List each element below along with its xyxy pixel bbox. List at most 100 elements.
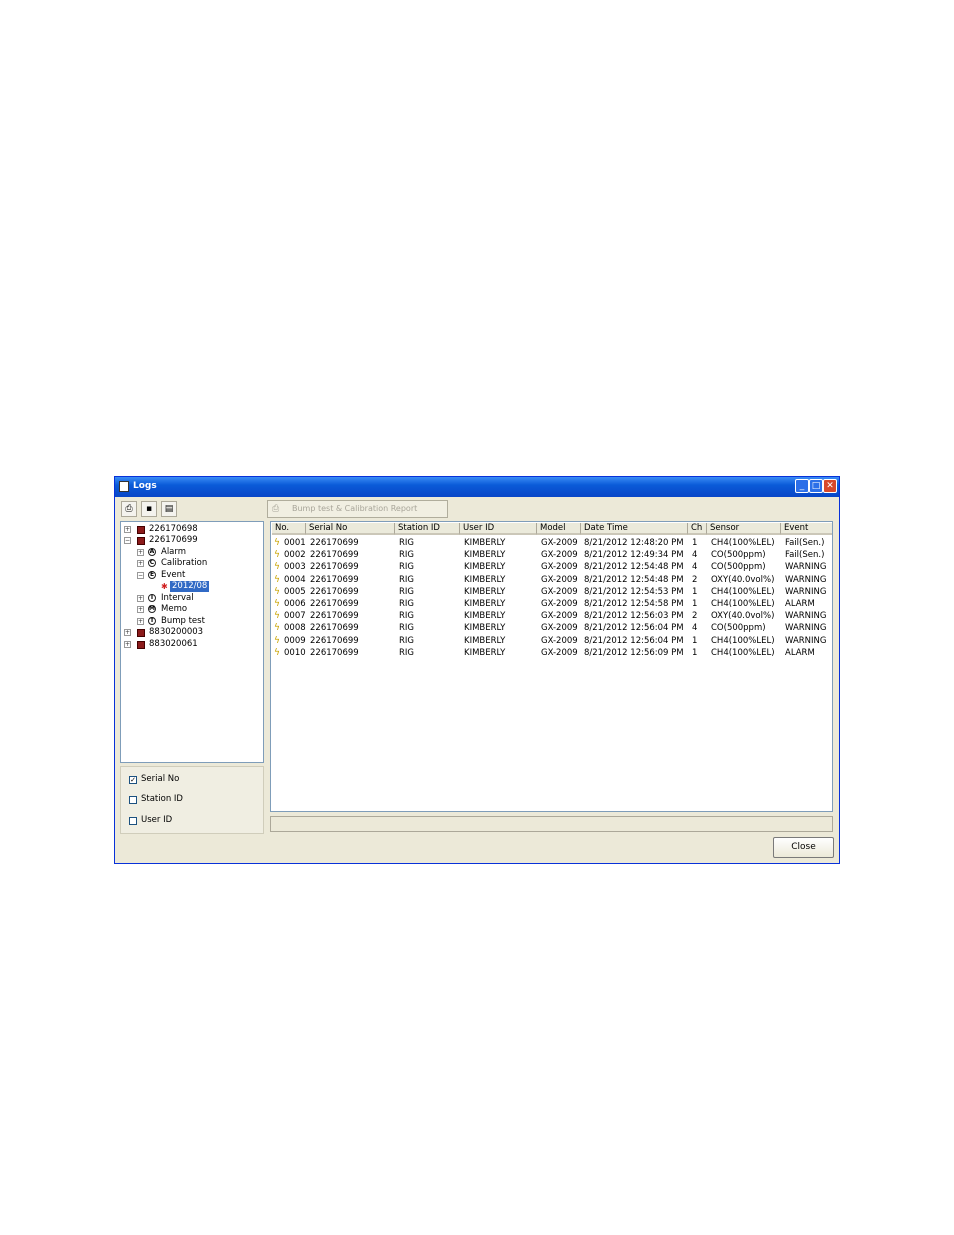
close-button[interactable]: Close [773,837,834,858]
table-cell: 8/21/2012 12:56:04 PM [584,623,684,634]
table-row[interactable]: ϟ 0003 226170699 RIG KIMBERLY GX-2009 8/21/201… [271,561,832,573]
title-bar[interactable]: Logs _ □ ✕ [115,477,839,497]
table-row[interactable]: ϟ 0010 226170699 RIG KIMBERLY GX-2009 8/21/201… [271,647,832,659]
table-row[interactable]: ϟ 0009 226170699 RIG KIMBERLY GX-2009 8/21/201… [271,635,832,647]
table-cell: OXY(40.0vol%) [711,574,775,585]
column-header[interactable]: Serial No [306,523,395,535]
table-cell: CO(500ppm) [711,562,766,573]
table-cell: Fail(Sen.) [785,538,825,548]
table-cell: 226170699 [310,623,359,634]
event-bolt-icon: ϟ [274,586,280,597]
minimize-button[interactable]: _ [795,479,809,493]
table-row[interactable]: ϟ 0006 226170699 RIG KIMBERLY GX-2009 8/21/201… [271,598,832,610]
table-cell: 1 [692,647,698,658]
expand-icon[interactable]: + [137,560,144,567]
table-cell: ALARM [785,647,815,658]
clipboard-icon[interactable]: ▤ [161,501,177,517]
table-cell: 8/21/2012 12:49:34 PM [584,550,684,561]
event-bolt-icon: ϟ [274,599,280,609]
save-icon[interactable]: ▪ [141,501,157,517]
table-cell: 0004 [284,574,306,585]
tree-node-label: Interval [161,593,194,603]
table-cell: KIMBERLY [464,647,506,658]
bump-test-icon: T [148,617,156,625]
expand-icon[interactable]: + [124,629,131,636]
table-cell: RIG [399,635,414,646]
table-cell: GX-2009 [541,647,578,658]
table-cell: GX-2009 [541,635,578,646]
table-cell: Fail(Sen.) [785,550,825,561]
table-cell: WARNING [785,562,827,573]
table-cell: 8/21/2012 12:54:58 PM [584,599,684,609]
serial-no-checkbox[interactable]: ✓ [129,776,137,784]
column-header[interactable]: Sensor [707,523,781,535]
table-cell: WARNING [785,611,827,622]
logs-window: Logs _ □ ✕ ⎙ ▪ ▤ ⎙ Bump test & Calibrati… [114,476,840,864]
table-cell: CH4(100%LEL) [711,635,775,646]
device-icon [137,526,145,534]
table-cell: KIMBERLY [464,538,506,548]
report-button-label: Bump test & Calibration Report [292,504,418,513]
table-cell: RIG [399,586,414,597]
print-icon[interactable]: ⎙ [121,501,137,517]
table-cell: KIMBERLY [464,599,506,609]
app-icon [119,481,129,492]
table-cell: 226170699 [310,550,359,561]
table-cell: WARNING [785,586,827,597]
table-cell: RIG [399,647,414,658]
table-cell: 226170699 [310,538,359,548]
column-header[interactable]: Ch [688,523,707,535]
table-cell: KIMBERLY [464,623,506,634]
table-cell: RIG [399,574,414,585]
table-cell: 226170699 [310,647,359,658]
table-row[interactable]: ϟ 0007 226170699 RIG KIMBERLY GX-2009 8/21/201… [271,610,832,622]
table-cell: 8/21/2012 12:54:48 PM [584,574,684,585]
collapse-icon[interactable]: − [137,572,144,579]
memo-icon: M [148,605,156,613]
column-header[interactable]: Station ID [395,523,460,535]
table-cell: GX-2009 [541,623,578,634]
table-cell: WARNING [785,623,827,634]
device-icon [137,629,145,637]
column-header[interactable]: Event [781,523,832,535]
table-cell: GX-2009 [541,550,578,561]
table-row[interactable]: ϟ 0002 226170699 RIG KIMBERLY GX-2009 8/21/201… [271,549,832,561]
tree-node-label: 883020061 [149,639,198,649]
column-header[interactable]: Model [537,523,581,535]
expand-icon[interactable]: + [137,595,144,602]
expand-icon[interactable]: + [124,526,131,533]
table-cell: 8/21/2012 12:56:09 PM [584,647,684,658]
table-row[interactable]: ϟ 0008 226170699 RIG KIMBERLY GX-2009 8/21/201… [271,622,832,634]
table-cell: 8/21/2012 12:56:03 PM [584,611,684,622]
bump-calibration-report-button[interactable]: ⎙ Bump test & Calibration Report [267,500,448,518]
table-cell: CO(500ppm) [711,623,766,634]
table-cell: 8/21/2012 12:56:04 PM [584,635,684,646]
user-id-checkbox[interactable] [129,817,137,825]
table-row[interactable]: ϟ 0005 226170699 RIG KIMBERLY GX-2009 8/21/201… [271,586,832,598]
table-cell: 226170699 [310,599,359,609]
expand-icon[interactable]: + [137,549,144,556]
close-window-button[interactable]: ✕ [823,479,837,493]
expand-icon[interactable]: + [137,606,144,613]
table-cell: KIMBERLY [464,562,506,573]
column-header[interactable]: User ID [460,523,537,535]
maximize-button[interactable]: □ [809,479,823,493]
table-cell: 0001 [284,538,306,548]
collapse-icon[interactable]: − [124,537,131,544]
log-table[interactable]: No. Serial No Station ID User ID Model Date T… [270,521,833,812]
expand-icon[interactable]: + [124,641,131,648]
device-tree[interactable]: + 226170698 − 226170699 + A Alarm + C Ca… [120,521,264,763]
tree-node-label: 226170699 [149,535,198,545]
column-header[interactable]: Date Time [581,523,688,535]
station-id-checkbox[interactable] [129,796,137,804]
filter-panel: ✓ Serial No Station ID User ID [120,766,264,834]
device-icon [137,537,145,545]
column-header[interactable]: No. [272,523,306,535]
table-cell: 8/21/2012 12:54:53 PM [584,586,684,597]
table-row[interactable]: ϟ 0004 226170699 RIG KIMBERLY GX-2009 8/21/201… [271,574,832,586]
event-dot-icon: ✱ [161,582,168,591]
table-row[interactable]: ϟ 0001 226170699 RIG KIMBERLY GX-2009 8/21/201… [271,537,832,549]
expand-icon[interactable]: + [137,618,144,625]
table-cell: 1 [692,635,698,646]
table-cell: 2 [692,574,698,585]
